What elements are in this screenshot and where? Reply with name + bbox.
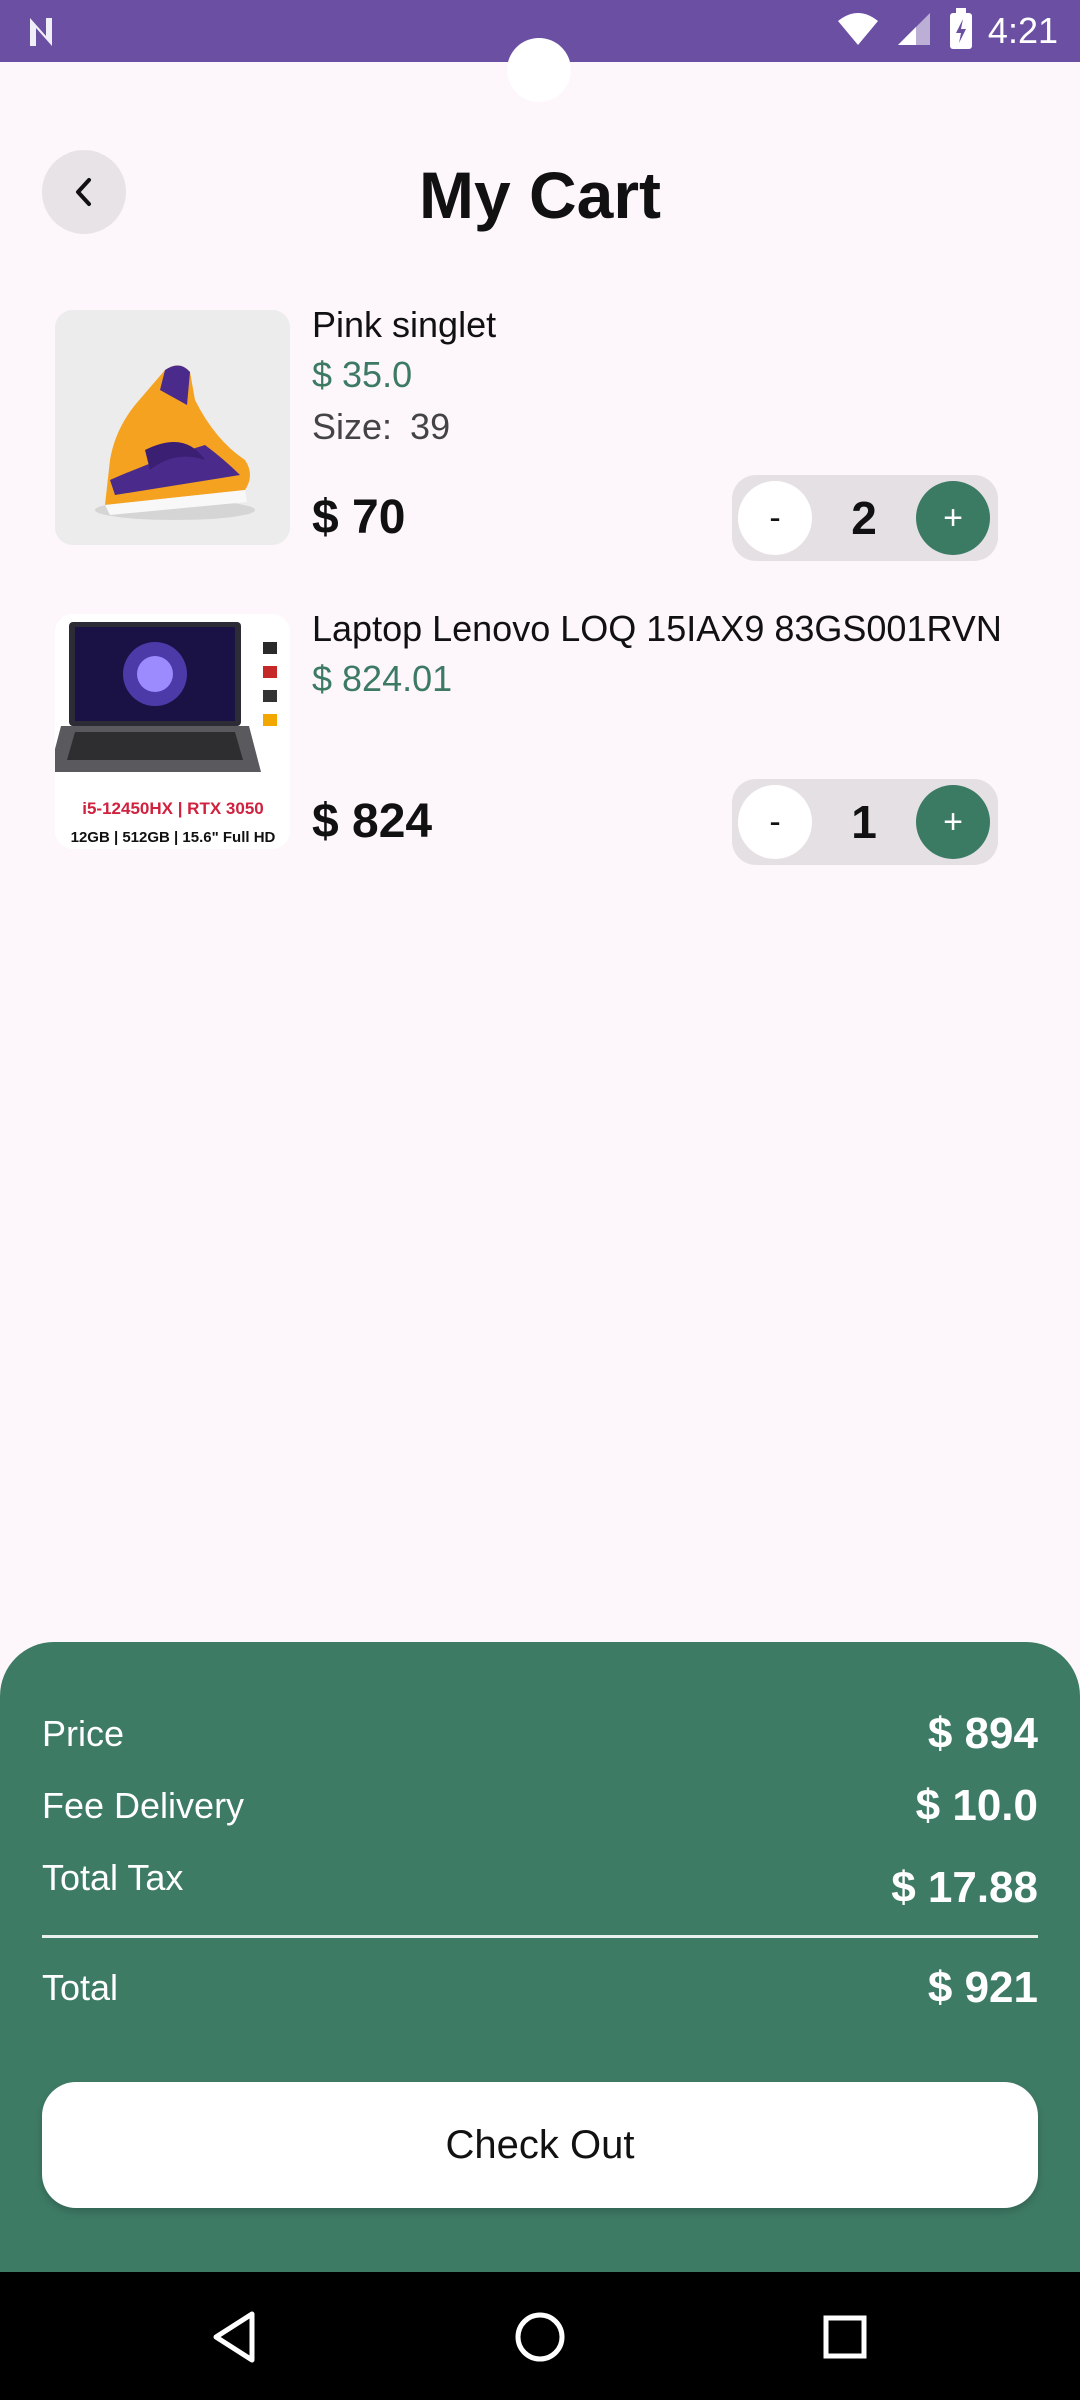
notification-n-icon (26, 12, 66, 52)
page-title: My Cart (418, 158, 662, 232)
item-unit-price: $ 824.01 (312, 658, 453, 699)
item-total: $ 70 (312, 491, 406, 544)
size-value: 39 (410, 406, 451, 447)
quantity-value: 1 (851, 796, 877, 848)
battery-icon (948, 7, 974, 56)
product-image-sneaker[interactable] (55, 310, 290, 545)
summary-row-tax: Total Tax $ 17.88 (42, 1848, 1038, 1912)
summary-divider (42, 1935, 1038, 1938)
quantity-stepper: - 1 + (732, 779, 998, 865)
nav-recents-button[interactable] (810, 2302, 880, 2372)
total-label: Total (42, 1967, 119, 2008)
wifi-icon (836, 9, 880, 54)
triangle-back-icon (213, 2311, 255, 2363)
item-name: Laptop Lenovo LOQ 15IAX9 83GS001RVN (312, 608, 1002, 649)
summary-row-price: Price $ 894 (42, 1704, 1038, 1764)
item-unit-price: $ 35.0 (312, 354, 413, 395)
quantity-value: 2 (851, 492, 877, 544)
price-value: $ 894 (927, 1709, 1038, 1758)
decrease-quantity-button[interactable]: - (738, 481, 812, 555)
system-nav-bar (0, 2272, 1080, 2400)
quantity-stepper: - 2 + (732, 475, 998, 561)
nav-back-button[interactable] (200, 2302, 270, 2372)
summary-row-total: Total $ 921 (42, 1958, 1038, 2018)
increase-quantity-button[interactable]: + (916, 785, 990, 859)
total-value: $ 921 (927, 1963, 1038, 2012)
price-label: Price (42, 1713, 125, 1754)
camera-cutout (507, 38, 571, 102)
increase-quantity-button[interactable]: + (916, 481, 990, 555)
delivery-value: $ 10.0 (915, 1781, 1038, 1830)
product-image-laptop[interactable]: i5-12450HX | RTX 3050 12GB | 512GB | 15.… (55, 614, 290, 849)
delivery-label: Fee Delivery (42, 1785, 245, 1826)
tax-label: Total Tax (42, 1857, 184, 1898)
cart-item: Pink singlet $ 35.0 Size: 39 $ 70 - 2 + (0, 300, 1080, 561)
laptop-image-specs-top: i5-12450HX | RTX 3050 (82, 799, 263, 818)
item-size: Size: 39 (312, 402, 450, 452)
circle-home-icon (515, 2312, 565, 2362)
signal-icon (894, 9, 934, 54)
order-summary-panel: Price $ 894 Fee Delivery $ 10.0 Total Ta… (0, 1642, 1080, 2272)
size-label: Size: (312, 406, 393, 447)
item-total: $ 824 (312, 795, 433, 848)
status-icons: 4:21 (836, 6, 1058, 56)
nav-home-button[interactable] (505, 2302, 575, 2372)
checkout-button[interactable]: Check Out (42, 2082, 1038, 2208)
header: My Cart (0, 140, 1080, 250)
decrease-quantity-button[interactable]: - (738, 785, 812, 859)
summary-row-delivery: Fee Delivery $ 10.0 (42, 1776, 1038, 1836)
status-time: 4:21 (987, 10, 1058, 51)
item-name: Pink singlet (312, 304, 497, 345)
laptop-image-specs-bottom: 12GB | 512GB | 15.6" Full HD (71, 829, 276, 846)
square-recents-icon (823, 2315, 867, 2359)
cart-item: i5-12450HX | RTX 3050 12GB | 512GB | 15.… (0, 604, 1080, 865)
tax-value: $ 17.88 (891, 1863, 1038, 1912)
